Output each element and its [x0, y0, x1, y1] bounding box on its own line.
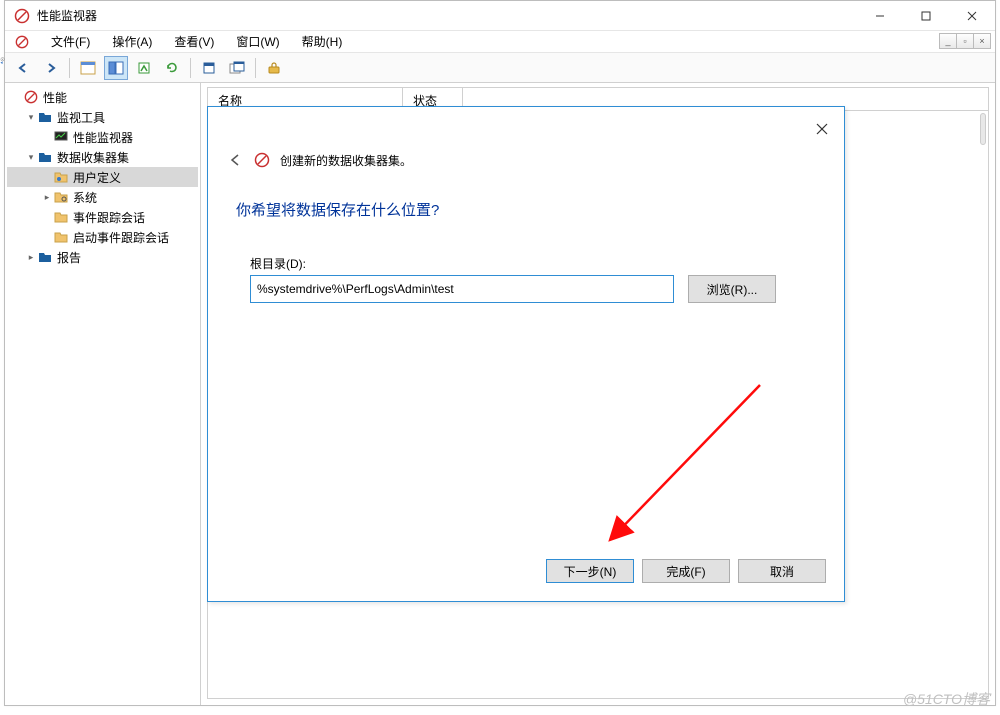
app-icon — [254, 152, 270, 168]
dialog-header: 创建新的数据收集器集。 — [226, 151, 412, 169]
watermark: @51CTO博客 — [903, 689, 990, 709]
tree-perfmon[interactable]: 性能监视器 — [7, 127, 198, 147]
mdi-controls: _ ▫ × — [940, 33, 991, 49]
separator — [190, 58, 191, 78]
app-icon-small — [13, 33, 31, 51]
refresh-button[interactable] — [160, 56, 184, 80]
help-button[interactable] — [262, 56, 286, 80]
dialog-title: 创建新的数据收集器集。 — [280, 152, 412, 169]
folder-icon — [37, 249, 53, 265]
chevron-right-icon: ▸ — [25, 252, 37, 263]
folder-icon — [53, 229, 69, 245]
folder-icon — [53, 209, 69, 225]
window-controls — [857, 1, 995, 31]
tree-monitoring-tools[interactable]: ▾ 监视工具 — [7, 107, 198, 127]
chevron-down-icon: ▾ — [25, 112, 37, 123]
edge-gear-icon — [0, 56, 6, 66]
window-title: 性能监视器 — [37, 7, 857, 24]
perf-icon — [23, 89, 39, 105]
tree-root[interactable]: 性能 — [7, 87, 198, 107]
tree-label: 监视工具 — [57, 109, 105, 126]
dialog-buttons: 下一步(N) 完成(F) 取消 — [546, 559, 826, 583]
monitor-icon — [53, 129, 69, 145]
root-dir-input[interactable] — [250, 275, 674, 303]
menubar: 文件(F) 操作(A) 查看(V) 窗口(W) 帮助(H) _ ▫ × — [5, 31, 995, 53]
wizard-dialog: 创建新的数据收集器集。 你希望将数据保存在什么位置? 根目录(D): 浏览(R)… — [207, 106, 845, 602]
separator — [255, 58, 256, 78]
sys-folder-icon — [53, 189, 69, 205]
folder-icon — [37, 109, 53, 125]
maximize-button[interactable] — [903, 1, 949, 31]
close-button[interactable] — [949, 1, 995, 31]
scrollbar[interactable] — [980, 113, 986, 145]
menu-help[interactable]: 帮助(H) — [298, 31, 347, 52]
titlebar: 性能监视器 — [5, 1, 995, 31]
properties-button[interactable] — [197, 56, 221, 80]
dialog-close-button[interactable] — [810, 117, 834, 141]
forward-button[interactable] — [39, 56, 63, 80]
browse-button[interactable]: 浏览(R)... — [688, 275, 776, 303]
tree-system[interactable]: ▸ 系统 — [7, 187, 198, 207]
finish-button[interactable]: 完成(F) — [642, 559, 730, 583]
chevron-down-icon: ▾ — [25, 152, 37, 163]
dialog-heading: 你希望将数据保存在什么位置? — [236, 199, 439, 220]
tree-user-defined[interactable]: 用户定义 — [7, 167, 198, 187]
mdi-minimize-button[interactable]: _ — [939, 33, 957, 49]
chevron-right-icon: ▸ — [41, 192, 53, 203]
new-window-button[interactable] — [225, 56, 249, 80]
menu-action[interactable]: 操作(A) — [108, 31, 156, 52]
mdi-restore-button[interactable]: ▫ — [956, 33, 974, 49]
root-dir-label: 根目录(D): — [250, 255, 306, 272]
menu-file[interactable]: 文件(F) — [47, 31, 94, 52]
next-button[interactable]: 下一步(N) — [546, 559, 634, 583]
user-folder-icon — [53, 169, 69, 185]
separator — [69, 58, 70, 78]
menu-view[interactable]: 查看(V) — [170, 31, 218, 52]
console-tree-button[interactable] — [104, 56, 128, 80]
cancel-button[interactable]: 取消 — [738, 559, 826, 583]
tree-label: 数据收集器集 — [57, 149, 129, 166]
app-icon — [13, 7, 31, 25]
tree-ets[interactable]: 事件跟踪会话 — [7, 207, 198, 227]
minimize-button[interactable] — [857, 1, 903, 31]
tree-label: 系统 — [73, 189, 97, 206]
tree-reports[interactable]: ▸ 报告 — [7, 247, 198, 267]
menu-window[interactable]: 窗口(W) — [232, 31, 283, 52]
tree-label: 性能监视器 — [73, 129, 133, 146]
toolbar — [5, 53, 995, 83]
back-arrow-icon[interactable] — [226, 151, 244, 169]
show-hide-tree-button[interactable] — [76, 56, 100, 80]
tree-label: 启动事件跟踪会话 — [73, 229, 169, 246]
folder-icon — [37, 149, 53, 165]
tree-label: 性能 — [43, 89, 67, 106]
tree-dcs[interactable]: ▾ 数据收集器集 — [7, 147, 198, 167]
sidebar: 性能 ▾ 监视工具 性能监视器 ▾ 数据收集器集 用户定义 — [5, 83, 201, 705]
tree-label: 报告 — [57, 249, 81, 266]
back-button[interactable] — [11, 56, 35, 80]
export-button[interactable] — [132, 56, 156, 80]
tree-label: 事件跟踪会话 — [73, 209, 145, 226]
mdi-close-button[interactable]: × — [973, 33, 991, 49]
tree-label: 用户定义 — [73, 169, 121, 186]
tree-startup-ets[interactable]: 启动事件跟踪会话 — [7, 227, 198, 247]
